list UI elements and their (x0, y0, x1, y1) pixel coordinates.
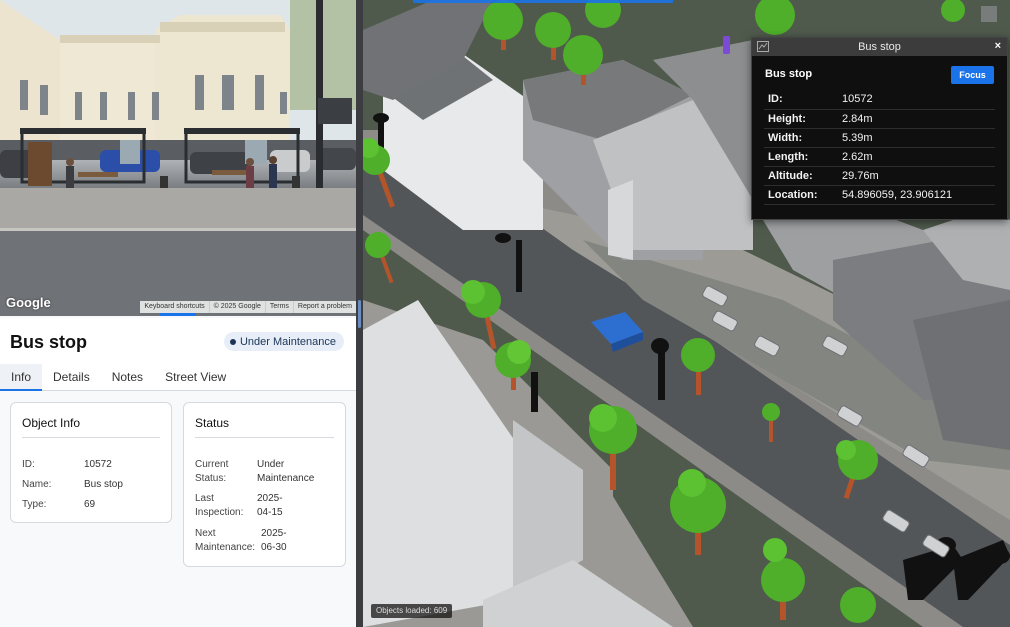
status-value: 2025-04-15 (257, 493, 283, 518)
tab-street-view[interactable]: Street View (154, 364, 237, 391)
status-badge-label: Under Maintenance (239, 335, 336, 348)
property-key: Altitude: (764, 166, 838, 186)
street-view-progress-accent (160, 313, 196, 316)
status-card: Status Current Status: Under Maintenance… (183, 402, 346, 567)
property-value: 2.62m (838, 147, 995, 167)
object-info-card: Object Info ID: 10572 Name: Bus stop Typ… (10, 402, 172, 523)
popup-subtitle: Bus stop (765, 68, 813, 80)
status-value: 2025-06-30 (261, 528, 287, 553)
terms-link[interactable]: Terms (264, 301, 293, 313)
table-row: Height: 2.84m (764, 109, 995, 129)
status-key: Next Maintenance: (195, 528, 256, 553)
status-key: Last Inspection: (195, 493, 244, 518)
resize-grip-icon[interactable] (358, 300, 361, 328)
object-popup: Bus stop × Bus stop Focus ID: 10572 Heigh… (751, 37, 1008, 220)
table-row: Width: 5.39m (764, 128, 995, 148)
google-logo: Google (6, 295, 51, 310)
table-row: ID: 10572 (764, 90, 995, 110)
property-value: 29.76m (838, 166, 995, 186)
tab-bar: Info Details Notes Street View (0, 364, 356, 391)
property-key: Height: (764, 109, 838, 129)
object-info-heading: Object Info (22, 416, 81, 430)
table-row: Altitude: 29.76m (764, 166, 995, 186)
info-value: 10572 (84, 459, 112, 470)
report-problem-link[interactable]: Report a problem (292, 301, 356, 313)
street-view-footer: Keyboard shortcuts © 2025 Google Terms R… (140, 301, 356, 313)
info-key: Name: (22, 479, 52, 490)
info-value: Bus stop (84, 479, 123, 490)
copyright-text: © 2025 Google (208, 301, 265, 313)
table-row: Location: 54.896059, 23.906121 (764, 185, 995, 205)
divider (195, 437, 334, 438)
status-badge: Under Maintenance (223, 332, 344, 351)
street-view-image[interactable]: Google Keyboard shortcuts © 2025 Google … (0, 0, 356, 316)
status-key: Current Status: (195, 459, 229, 484)
status-dot-icon (229, 338, 236, 345)
property-key: Location: (764, 185, 838, 205)
popup-header[interactable]: Bus stop × (752, 38, 1007, 56)
object-panel: Google Keyboard shortcuts © 2025 Google … (0, 0, 356, 627)
status-heading: Status (195, 416, 230, 430)
object-header: Bus stop Under Maintenance (0, 318, 356, 364)
divider (22, 437, 160, 438)
property-value: 5.39m (838, 128, 995, 148)
info-key: Type: (22, 499, 47, 510)
info-value: 69 (84, 499, 96, 510)
status-value: Under Maintenance (257, 459, 315, 484)
property-value: 2.84m (838, 109, 995, 129)
info-key: ID: (22, 459, 35, 470)
property-key: Length: (764, 147, 838, 167)
popup-properties-table: ID: 10572 Height: 2.84m Width: 5.39m Length… (764, 90, 995, 205)
close-icon[interactable]: × (995, 40, 1001, 52)
popup-title: Bus stop (858, 41, 901, 53)
keyboard-shortcuts-link[interactable]: Keyboard shortcuts (140, 301, 208, 313)
tab-details[interactable]: Details (42, 364, 101, 391)
property-value: 54.896059, 23.906121 (838, 185, 995, 205)
object-title: Bus stop (10, 332, 88, 352)
property-value: 10572 (838, 90, 995, 110)
tab-notes[interactable]: Notes (101, 364, 154, 391)
property-key: Width: (764, 128, 838, 148)
table-row: Length: 2.62m (764, 147, 995, 167)
objects-loaded-counter: Objects loaded: 609 (371, 604, 453, 618)
focus-button[interactable]: Focus (951, 66, 994, 84)
map-3d-view[interactable]: Objects loaded: 609 Bus stop × Bus stop … (363, 0, 1010, 627)
tab-info[interactable]: Info (0, 364, 43, 391)
property-key: ID: (764, 90, 838, 110)
